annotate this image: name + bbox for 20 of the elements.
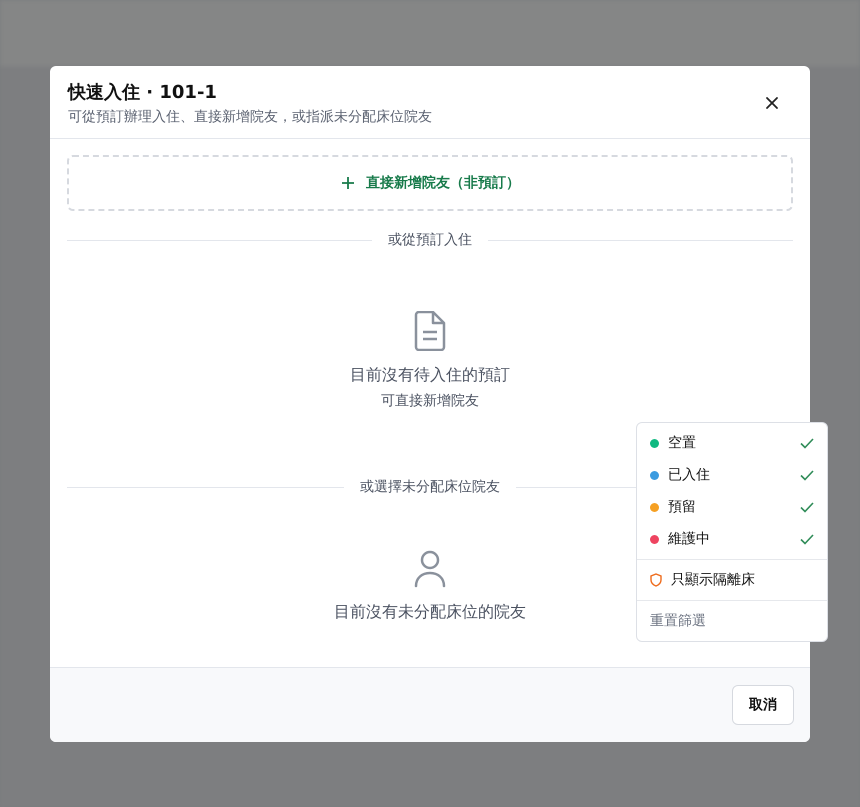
dialog-title: 快速入住 · 101-1 (68, 81, 218, 104)
status-filter-item[interactable]: 空置 (637, 427, 827, 459)
add-resident-button[interactable]: 直接新增院友（非預訂） (67, 155, 793, 211)
isolation-filter-item[interactable]: 只顯示隔離床 (637, 564, 827, 596)
empty-state-title: 目前沒有待入住的預訂 (350, 365, 510, 386)
shield-icon (650, 573, 662, 587)
section-divider-label: 或從預訂入住 (388, 231, 472, 249)
empty-state-hint: 可直接新增院友 (381, 392, 479, 410)
reset-filter-link[interactable]: 重置篩選 (637, 605, 827, 637)
status-filter-item[interactable]: 預留 (637, 491, 827, 523)
dialog-subtitle: 可從預訂辦理入住、直接新增院友，或指派未分配床位院友 (68, 108, 432, 126)
status-filter-item[interactable]: 已入住 (637, 459, 827, 491)
empty-state-title: 目前沒有未分配床位的院友 (334, 602, 526, 623)
plus-icon (340, 175, 356, 191)
person-icon (414, 550, 446, 588)
section-divider-label: 或選擇未分配床位院友 (360, 478, 500, 496)
status-filter-item[interactable]: 維護中 (637, 523, 827, 555)
document-icon (413, 311, 447, 351)
close-icon[interactable] (764, 95, 780, 111)
cancel-button[interactable]: 取消 (732, 685, 794, 725)
